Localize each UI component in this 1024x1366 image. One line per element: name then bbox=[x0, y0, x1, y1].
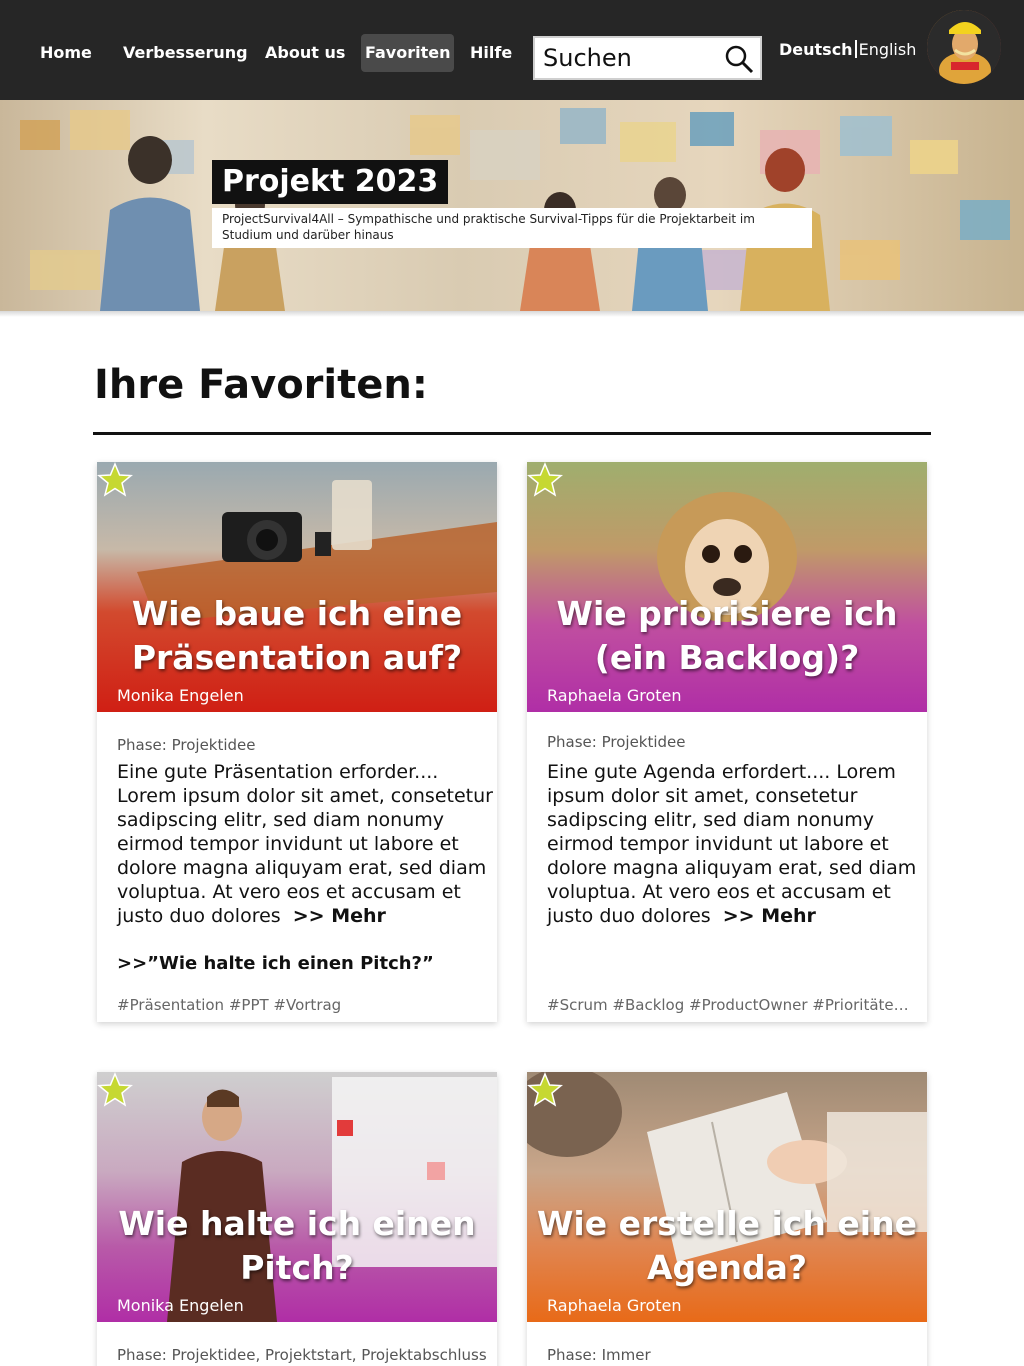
search-box[interactable]: Suchen bbox=[533, 36, 762, 80]
hero-banner: Projekt 2023 ProjectSurvival4All – Sympa… bbox=[0, 100, 1024, 311]
favorite-star-icon[interactable] bbox=[97, 1072, 133, 1108]
card-related-link[interactable]: >>”Wie halte ich einen Pitch?” bbox=[117, 953, 434, 974]
avatar-image bbox=[927, 10, 1001, 84]
card-phase: Phase: Projektidee, Projektstart, Projek… bbox=[117, 1346, 487, 1364]
card-tags: #Scrum #Backlog #ProductOwner #Priorität… bbox=[547, 996, 917, 1014]
hero-title: Projekt 2023 bbox=[212, 160, 449, 204]
card-title[interactable]: Wie baue ich eine Präsentation auf? bbox=[97, 592, 497, 680]
card-image: Wie halte ich einen Pitch? Monika Engele… bbox=[97, 1072, 497, 1322]
card-phase: Phase: Projektidee bbox=[117, 736, 256, 754]
search-input[interactable]: Suchen bbox=[543, 44, 632, 72]
card-description-text: Eine gute Präsentation erforder.... Lore… bbox=[117, 761, 493, 927]
card-title[interactable]: Wie erstelle ich eine Agenda? bbox=[527, 1202, 927, 1290]
card-description: Eine gute Agenda erfordert.... Lorem ips… bbox=[547, 760, 925, 928]
card-phase: Phase: Immer bbox=[547, 1346, 651, 1364]
top-nav: Home Verbesserung About us Favoriten Hil… bbox=[0, 0, 1024, 100]
card-image: Wie priorisiere ich (ein Backlog)? Rapha… bbox=[527, 462, 927, 712]
hero-illustration bbox=[20, 108, 1010, 311]
nav-hilfe[interactable]: Hilfe bbox=[466, 34, 516, 72]
nav-favoriten[interactable]: Favoriten bbox=[361, 34, 455, 72]
avatar[interactable] bbox=[927, 10, 1001, 84]
card-more-link[interactable]: >> Mehr bbox=[723, 905, 816, 927]
nav-home[interactable]: Home bbox=[36, 34, 96, 72]
hero-shadow bbox=[0, 311, 1024, 317]
card-more-link[interactable]: >> Mehr bbox=[293, 905, 386, 927]
language-switch: Deutsch English bbox=[779, 40, 916, 59]
card-author: Monika Engelen bbox=[117, 686, 244, 705]
nav-about-us[interactable]: About us bbox=[261, 34, 349, 72]
card-image: Wie baue ich eine Präsentation auf? Moni… bbox=[97, 462, 497, 712]
hero-subtitle: ProjectSurvival4All – Sympathische und p… bbox=[212, 208, 812, 248]
card-phase: Phase: Projektidee bbox=[547, 733, 686, 751]
card-title[interactable]: Wie halte ich einen Pitch? bbox=[97, 1202, 497, 1290]
card-description: Eine gute Präsentation erforder.... Lore… bbox=[117, 760, 495, 928]
favorite-star-icon[interactable] bbox=[527, 462, 563, 498]
favorite-card-pitch[interactable]: Wie halte ich einen Pitch? Monika Engele… bbox=[97, 1072, 497, 1366]
search-icon[interactable] bbox=[724, 44, 754, 74]
lang-separator bbox=[854, 40, 857, 58]
favorite-card-backlog[interactable]: Wie priorisiere ich (ein Backlog)? Rapha… bbox=[527, 462, 927, 1022]
nav-verbesserung[interactable]: Verbesserung bbox=[119, 34, 252, 72]
lang-deutsch[interactable]: Deutsch bbox=[779, 40, 853, 59]
favorite-card-agenda[interactable]: Wie erstelle ich eine Agenda? Raphaela G… bbox=[527, 1072, 927, 1366]
card-author: Raphaela Groten bbox=[547, 1296, 682, 1315]
lang-english[interactable]: English bbox=[859, 40, 917, 59]
favorite-star-icon[interactable] bbox=[97, 462, 133, 498]
heading-divider bbox=[93, 432, 931, 435]
card-author: Monika Engelen bbox=[117, 1296, 244, 1315]
card-title[interactable]: Wie priorisiere ich (ein Backlog)? bbox=[527, 592, 927, 680]
card-author: Raphaela Groten bbox=[547, 686, 682, 705]
page-title: Ihre Favoriten: bbox=[94, 362, 428, 408]
favorite-star-icon[interactable] bbox=[527, 1072, 563, 1108]
favorite-card-presentation[interactable]: Wie baue ich eine Präsentation auf? Moni… bbox=[97, 462, 497, 1022]
card-tags: #Präsentation #PPT #Vortrag bbox=[117, 996, 342, 1014]
card-description-text: Eine gute Agenda erfordert.... Lorem ips… bbox=[547, 761, 917, 927]
card-image: Wie erstelle ich eine Agenda? Raphaela G… bbox=[527, 1072, 927, 1322]
